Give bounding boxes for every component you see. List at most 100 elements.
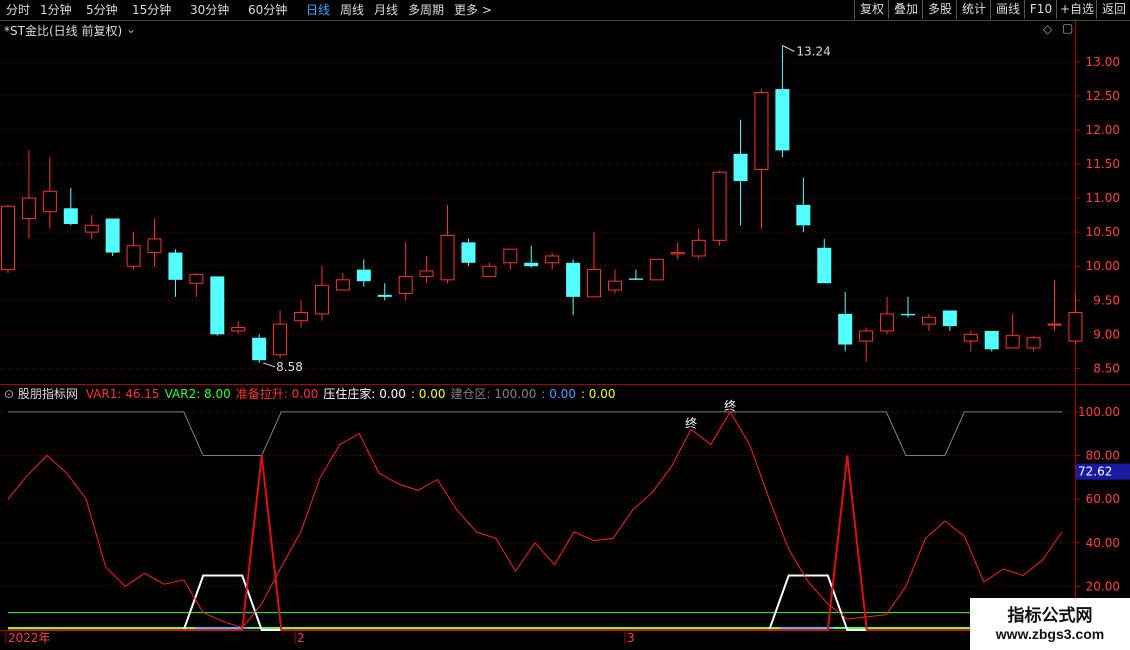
candle-body bbox=[900, 313, 915, 316]
candle-body bbox=[796, 204, 811, 226]
candle bbox=[1026, 335, 1041, 352]
candle-body bbox=[503, 248, 518, 264]
candle-body bbox=[168, 252, 183, 280]
candle-body bbox=[482, 265, 497, 277]
indicator-name[interactable]: 股朋指标网 bbox=[18, 387, 78, 401]
candle bbox=[524, 245, 539, 268]
toolbar-button-4[interactable]: 画线 bbox=[990, 0, 1025, 19]
toolbar-button-1[interactable]: 叠加 bbox=[888, 0, 923, 19]
candle-body bbox=[294, 312, 309, 322]
candle bbox=[1068, 293, 1083, 345]
toolbar-button-2[interactable]: 多股 bbox=[922, 0, 957, 19]
legend-item-2: 准备拉升: 0.00 bbox=[235, 387, 319, 401]
legend-item-3: 压住庄家: 0.00 bbox=[323, 387, 406, 401]
toolbar-button-7[interactable]: 返回 bbox=[1096, 0, 1130, 19]
indicator-collapse-icon[interactable]: ⊙ bbox=[4, 387, 14, 401]
candle bbox=[147, 218, 162, 267]
series-var1 bbox=[7, 410, 1063, 629]
legend-item-6: : 0.00 bbox=[541, 387, 576, 401]
candle bbox=[817, 238, 832, 284]
candle bbox=[587, 232, 602, 298]
candle bbox=[252, 334, 267, 363]
candle bbox=[503, 248, 518, 270]
candle-body bbox=[838, 313, 853, 345]
candle bbox=[754, 89, 769, 229]
time-tick-label: 2 bbox=[297, 631, 305, 645]
high-label: 13.24 bbox=[796, 44, 830, 58]
diamond-icon[interactable]: ◇ bbox=[1043, 22, 1052, 36]
candle-body bbox=[607, 280, 622, 291]
toolbar-button-0[interactable]: 复权 bbox=[854, 0, 889, 19]
candle-body bbox=[670, 252, 685, 255]
legend-item-5: 建仓区: 100.00 bbox=[450, 387, 537, 401]
price-tick-label: 10.00 bbox=[1086, 259, 1120, 273]
period-tab-6[interactable]: 日线 bbox=[306, 2, 330, 18]
end-marker: 终 bbox=[685, 415, 697, 430]
candle bbox=[880, 296, 895, 335]
candle-body bbox=[942, 310, 957, 327]
candle-body bbox=[273, 323, 288, 356]
expand-icon[interactable]: ▢ bbox=[1062, 21, 1073, 35]
current-value-label: 72.62 bbox=[1078, 465, 1112, 479]
candle-body bbox=[817, 247, 832, 284]
candle bbox=[733, 119, 748, 226]
candle-body bbox=[126, 245, 141, 267]
watermark-url: www.zbgs3.com bbox=[995, 626, 1105, 642]
chart-canvas[interactable]: 8.50 9.00 9.50 10.00 10.50 11.00 11.50 12.00 12.… bbox=[0, 0, 1130, 650]
candle-body bbox=[1047, 323, 1062, 326]
legend-item-0: VAR1: 46.15 bbox=[85, 387, 160, 401]
candle bbox=[712, 170, 727, 246]
chevron-down-icon[interactable]: ⌄ bbox=[126, 22, 136, 36]
candle bbox=[63, 187, 78, 226]
candle bbox=[335, 273, 350, 291]
candle-body bbox=[1005, 335, 1020, 349]
period-tab-0[interactable]: 分时 bbox=[6, 2, 30, 18]
candle-body bbox=[1026, 337, 1041, 349]
price-tick-label: 12.00 bbox=[1086, 123, 1120, 137]
candle-body bbox=[775, 89, 790, 151]
period-tab-7[interactable]: 周线 bbox=[340, 2, 364, 18]
period-tab-2[interactable]: 5分钟 bbox=[86, 2, 118, 18]
period-tab-3[interactable]: 15分钟 bbox=[132, 2, 171, 18]
period-tab-1[interactable]: 1分钟 bbox=[40, 2, 72, 18]
candle-body bbox=[1, 205, 15, 271]
candle-body bbox=[314, 284, 329, 315]
candle-body bbox=[1068, 312, 1083, 342]
candle bbox=[1047, 279, 1062, 331]
candle bbox=[921, 313, 936, 331]
price-tick-label: 10.50 bbox=[1086, 225, 1120, 239]
toolbar-button-3[interactable]: 统计 bbox=[956, 0, 991, 19]
period-tab-9[interactable]: 多周期 bbox=[408, 2, 444, 18]
candle-body bbox=[712, 171, 727, 241]
candle-body bbox=[461, 242, 476, 263]
end-marker: 终 bbox=[724, 398, 736, 413]
candle-body bbox=[105, 218, 120, 253]
candle bbox=[566, 259, 581, 316]
candle bbox=[440, 204, 455, 284]
legend-item-4: : 0.00 bbox=[410, 387, 446, 401]
period-tab-5[interactable]: 60分钟 bbox=[248, 2, 287, 18]
time-tick-label: 2022年 bbox=[8, 631, 51, 645]
price-tick-label: 12.50 bbox=[1086, 89, 1120, 103]
candle bbox=[189, 273, 204, 297]
candle-body bbox=[84, 224, 99, 233]
candle-body bbox=[880, 313, 895, 332]
candle-body bbox=[545, 255, 560, 264]
candle-body bbox=[524, 262, 539, 267]
period-tab-10[interactable]: 更多 > bbox=[454, 2, 492, 18]
legend-item-1: VAR2: 8.00 bbox=[164, 387, 231, 401]
indicator-tick-label: 20.00 bbox=[1086, 579, 1120, 593]
candle bbox=[838, 292, 853, 352]
candle-body bbox=[210, 276, 225, 335]
candle bbox=[796, 177, 811, 233]
indicator-tick-label: 60.00 bbox=[1086, 492, 1120, 506]
period-tab-8[interactable]: 月线 bbox=[374, 2, 398, 18]
toolbar-button-6[interactable]: +自选 bbox=[1056, 0, 1097, 19]
candle-body bbox=[189, 273, 204, 284]
period-tab-4[interactable]: 30分钟 bbox=[190, 2, 229, 18]
stock-title[interactable]: *ST金比(日线 前复权) bbox=[4, 22, 122, 39]
candle-body bbox=[356, 269, 371, 282]
toolbar-button-5[interactable]: F10 bbox=[1024, 0, 1057, 19]
price-tick-label: 13.00 bbox=[1086, 55, 1120, 69]
candle bbox=[398, 242, 413, 301]
